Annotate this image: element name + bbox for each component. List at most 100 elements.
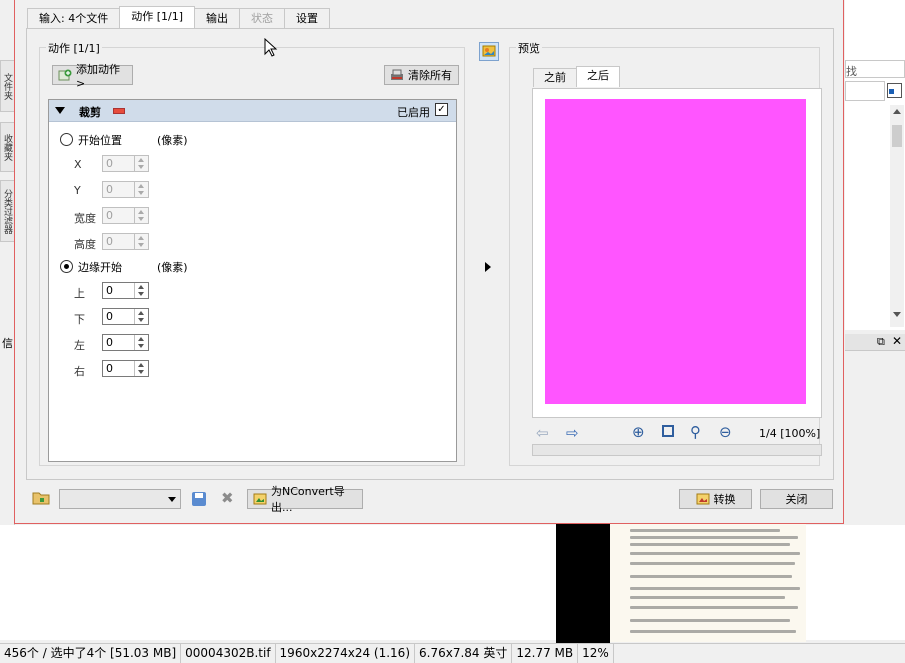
tab-actions[interactable]: 动作 [1/1] [119, 6, 195, 28]
tab-after[interactable]: 之后 [576, 66, 620, 87]
bottom-label: 下 [74, 313, 85, 326]
info-panel-label: 信 [2, 337, 13, 350]
layout-icon[interactable] [887, 83, 902, 98]
tab-before[interactable]: 之前 [533, 68, 577, 87]
margin-start-label: 边缘开始 [78, 261, 122, 274]
left-margin-spinner[interactable]: 0 [102, 334, 149, 351]
preview-group-title: 预览 [516, 40, 542, 56]
preview-scrollbar[interactable] [532, 444, 822, 456]
tab-status[interactable]: 状态 [239, 8, 285, 28]
top-margin-value: 0 [106, 284, 113, 297]
previous-page-icon[interactable]: ⇦ [536, 424, 549, 442]
side-tab-favorites[interactable]: 收藏夹 [0, 122, 15, 172]
collapse-triangle-icon[interactable] [55, 107, 65, 114]
actions-tab-body: 动作 [1/1] 添加动作> 清除所有 裁剪 已启用 ✓ 开始位置 (像素) X… [26, 28, 834, 480]
side-tab-folders[interactable]: 文件夹 [0, 60, 15, 112]
height-spinner[interactable]: 0 [102, 233, 149, 250]
status-bar: 456个 / 选中了4个 [51.03 MB] 00004302B.tif 19… [0, 643, 905, 663]
thumbnail-document[interactable] [610, 520, 806, 642]
next-page-icon[interactable]: ⇨ [566, 424, 579, 442]
view-selector[interactable] [845, 81, 885, 101]
width-value: 0 [106, 209, 113, 222]
preset-combo[interactable] [59, 489, 181, 509]
clear-all-label: 清除所有 [408, 69, 452, 82]
save-preset-icon[interactable] [192, 492, 206, 506]
convert-button[interactable]: 转换 [679, 489, 752, 509]
actions-group: 动作 [1/1] 添加动作> 清除所有 裁剪 已启用 ✓ 开始位置 (像素) X… [39, 40, 465, 466]
crop-header[interactable]: 裁剪 已启用 ✓ [49, 100, 456, 122]
panel-titlebar: ⧉ ✕ [845, 334, 905, 351]
tab-output[interactable]: 输出 [194, 8, 240, 28]
right-panel: 找 [845, 0, 905, 330]
scroll-up-icon[interactable] [893, 109, 901, 114]
preview-image [545, 99, 806, 404]
x-spinner[interactable]: 0 [102, 155, 149, 172]
left-margin-value: 0 [106, 336, 113, 349]
clear-all-icon [390, 69, 404, 81]
actions-group-title: 动作 [1/1] [46, 40, 102, 56]
enabled-label: 已启用 [397, 106, 430, 119]
scrollbar[interactable] [890, 105, 904, 327]
remove-action-icon[interactable] [113, 108, 125, 114]
tab-input[interactable]: 输入: 4个文件 [27, 8, 121, 28]
right-label: 右 [74, 365, 85, 378]
width-spinner[interactable]: 0 [102, 207, 149, 224]
dialog-tabs: 输入: 4个文件 动作 [1/1] 输出 状态 设置 [27, 6, 330, 28]
delete-preset-icon[interactable]: ✖ [221, 489, 234, 507]
preview-group: 预览 之前 之后 ⇦ ⇨ ⊕ ⚲ ⊖ 1/4 [100%] [509, 40, 822, 466]
page-indicator: 1/4 [100%] [759, 427, 821, 440]
add-action-label: 添加动作> [76, 62, 120, 90]
preview-toolbar: ⇦ ⇨ ⊕ ⚲ ⊖ 1/4 [100%] [536, 423, 846, 442]
mouse-cursor-icon [264, 38, 278, 57]
x-value: 0 [106, 157, 113, 170]
margin-start-unit: (像素) [157, 261, 188, 274]
status-dimensions: 1960x2274x24 (1.16) [276, 644, 415, 663]
tab-settings[interactable]: 设置 [284, 8, 330, 28]
status-zoom: 12% [578, 644, 614, 663]
preview-toggle-button[interactable] [479, 42, 499, 61]
expand-arrow-icon[interactable] [485, 262, 491, 272]
start-position-radio[interactable] [60, 133, 73, 146]
enabled-checkbox[interactable]: ✓ [435, 103, 448, 116]
margin-start-radio[interactable] [60, 260, 73, 273]
close-panel-icon[interactable]: ✕ [892, 334, 902, 348]
clear-all-button[interactable]: 清除所有 [384, 65, 459, 85]
preview-canvas [532, 88, 822, 418]
thumbnail-dark[interactable] [556, 523, 610, 643]
y-label: Y [74, 184, 81, 197]
zoom-actual-icon[interactable]: ⚲ [690, 423, 701, 441]
height-value: 0 [106, 235, 113, 248]
status-print-size: 6.76x7.84 英寸 [415, 644, 513, 663]
zoom-out-icon[interactable]: ⊖ [719, 423, 732, 441]
right-margin-value: 0 [106, 362, 113, 375]
right-margin-spinner[interactable]: 0 [102, 360, 149, 377]
add-action-icon [58, 69, 72, 81]
fit-window-icon[interactable] [662, 425, 674, 437]
scrollbar-thumb[interactable] [892, 125, 902, 147]
zoom-in-icon[interactable]: ⊕ [632, 423, 645, 441]
bottom-margin-spinner[interactable]: 0 [102, 308, 149, 325]
side-tab-category-filter[interactable]: 分类过滤器 [0, 180, 15, 242]
y-spinner[interactable]: 0 [102, 181, 149, 198]
folder-icon[interactable] [32, 490, 50, 506]
export-nconvert-button[interactable]: 为NConvert导出... [247, 485, 363, 514]
float-panel-icon[interactable]: ⧉ [877, 335, 885, 349]
status-file-size: 12.77 MB [512, 644, 579, 663]
status-filename: 00004302B.tif [181, 644, 276, 663]
width-label: 宽度 [74, 212, 96, 225]
preview-tabs: 之前 之后 [533, 66, 620, 87]
start-position-label: 开始位置 [78, 134, 122, 147]
height-label: 高度 [74, 238, 96, 251]
x-label: X [74, 158, 82, 171]
export-icon [253, 493, 267, 505]
convert-icon [696, 493, 710, 505]
close-button[interactable]: 关闭 [760, 489, 833, 509]
search-field[interactable]: 找 [845, 60, 905, 78]
top-margin-spinner[interactable]: 0 [102, 282, 149, 299]
scroll-down-icon[interactable] [893, 312, 901, 317]
export-nconvert-label: 为NConvert导出... [271, 485, 345, 514]
convert-label: 转换 [713, 493, 736, 506]
status-selection: 456个 / 选中了4个 [51.03 MB] [0, 644, 182, 663]
add-action-button[interactable]: 添加动作> [52, 63, 133, 90]
chevron-down-icon[interactable] [168, 497, 176, 502]
